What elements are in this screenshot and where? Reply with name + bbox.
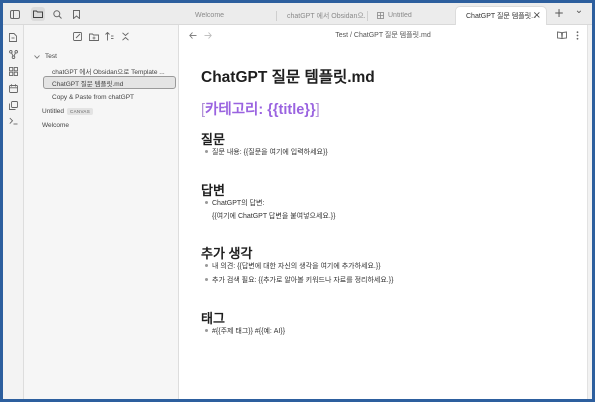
bullet-item[interactable]: 질문 내용: {{질문을 여기에 입력하세요}} — [205, 147, 328, 157]
bookmark-icon[interactable] — [70, 8, 82, 20]
search-icon[interactable] — [51, 8, 63, 20]
new-tab-icon[interactable]: + — [553, 7, 565, 19]
category-text: 카테고리: {{title}} — [205, 102, 316, 118]
folder-label: Test — [45, 53, 57, 60]
tab-chatgpt-template[interactable]: ChatGPT 질문 템플릿... × — [455, 6, 547, 25]
file-item-active[interactable]: ChatGPT 질문 템플릿.md — [43, 76, 176, 89]
file-explorer: Test chatGPT 에서 Obsidan으로 Template ... C… — [24, 25, 179, 399]
canvas-icon — [377, 12, 384, 19]
new-folder-icon[interactable] — [88, 31, 99, 42]
more-options-icon[interactable] — [572, 29, 582, 41]
bullet-text: 추가 검색 필요: {{추가로 알아볼 키워드나 자료를 정리하세요.}} — [212, 277, 394, 284]
canvas-badge: CANVAS — [67, 108, 94, 115]
tab-list-dropdown-icon[interactable]: ⌄ — [573, 5, 585, 17]
bullet-item[interactable]: 내 의견: {{답변에 대한 자신의 생각을 여기에 추가하세요.}} — [205, 261, 381, 271]
tab-label: Untitled — [388, 12, 412, 19]
bullet-text: #{{주제 태그}} #{{예: AI}} — [212, 328, 286, 335]
bullet-dot — [205, 149, 208, 153]
bullet-dot — [205, 328, 208, 332]
scrollbar[interactable] — [587, 25, 592, 399]
ribbon — [3, 25, 24, 399]
quick-switcher-icon[interactable] — [7, 31, 19, 43]
note-title[interactable]: ChatGPT 질문 템플릿.md — [201, 65, 375, 87]
files-icon[interactable] — [31, 7, 45, 21]
file-label: Welcome — [42, 122, 69, 129]
sort-order-icon[interactable] — [104, 31, 115, 42]
terminal-icon[interactable] — [7, 115, 19, 127]
title-bar: Welcome chatGPT 에서 Obsidan으... Untitled … — [3, 3, 592, 25]
bullet-dot — [205, 263, 208, 267]
bullet-text: 질문 내용: {{질문을 여기에 입력하세요}} — [212, 149, 328, 156]
bullet-item[interactable]: #{{주제 태그}} #{{예: AI}} — [205, 326, 285, 336]
file-label: Copy & Paste from chatGPT — [52, 94, 135, 101]
section-heading[interactable]: 추가 생각 — [201, 243, 252, 262]
section-heading[interactable]: 질문 — [201, 129, 225, 148]
editor-pane: Test / ChatGPT 질문 템플릿.md ChatGPT 질문 템플릿.… — [179, 25, 587, 399]
tab-untitled-canvas[interactable]: Untitled — [367, 6, 455, 25]
chevron-down-icon — [34, 54, 40, 59]
daily-note-calendar-icon[interactable] — [7, 82, 19, 94]
tab-chatgpt-obsidian[interactable]: chatGPT 에서 Obsidan으... — [277, 6, 365, 25]
continuation-line[interactable]: {{여기에 ChatGPT 답변을 붙여넣으세요.}} — [212, 211, 335, 221]
canvas-create-icon[interactable] — [7, 65, 19, 77]
section-heading[interactable]: 태그 — [201, 308, 225, 327]
tab-label: Welcome — [195, 12, 225, 19]
file-label: chatGPT 에서 Obsidan으로 Template ... — [52, 68, 165, 76]
folder-test[interactable]: Test — [34, 50, 57, 63]
file-label: Untitled — [42, 108, 65, 115]
bullet-item[interactable]: 추가 검색 필요: {{추가로 알아볼 키워드나 자료를 정리하세요.}} — [205, 275, 393, 285]
new-note-icon[interactable] — [72, 31, 83, 42]
canvas-file-item[interactable]: Untitled CANVAS — [42, 105, 94, 118]
app-window: Welcome chatGPT 에서 Obsidan으... Untitled … — [0, 0, 595, 402]
sidebar-toggle-icon[interactable] — [9, 8, 21, 20]
tab-welcome[interactable]: Welcome — [185, 6, 273, 25]
file-label: ChatGPT 질문 템플릿.md — [52, 80, 124, 88]
collapse-all-icon[interactable] — [120, 31, 131, 42]
bullet-dot — [205, 277, 208, 281]
tab-label: chatGPT 에서 Obsidan으... — [287, 12, 365, 20]
close-tab-icon[interactable]: × — [533, 11, 541, 21]
bullet-text: 내 의견: {{답변에 대한 자신의 생각을 여기에 추가하세요.}} — [212, 263, 381, 270]
category-line[interactable]: [카테고리: {{title}}] — [201, 98, 320, 119]
bullet-text: ChatGPT의 답변: — [212, 200, 265, 207]
breadcrumb[interactable]: Test / ChatGPT 질문 템플릿.md — [179, 30, 587, 40]
file-item[interactable]: Welcome — [42, 119, 69, 132]
bullet-dot — [205, 200, 208, 204]
section-heading[interactable]: 답변 — [201, 180, 225, 199]
category-bracket-close: ] — [315, 102, 320, 118]
bullet-item[interactable]: ChatGPT의 답변: — [205, 198, 264, 208]
tab-label: ChatGPT 질문 템플릿... — [466, 13, 536, 20]
file-item[interactable]: Copy & Paste from chatGPT — [52, 91, 134, 104]
graph-view-icon[interactable] — [7, 48, 19, 60]
templates-copy-icon[interactable] — [7, 99, 19, 111]
reading-view-icon[interactable] — [556, 29, 568, 41]
